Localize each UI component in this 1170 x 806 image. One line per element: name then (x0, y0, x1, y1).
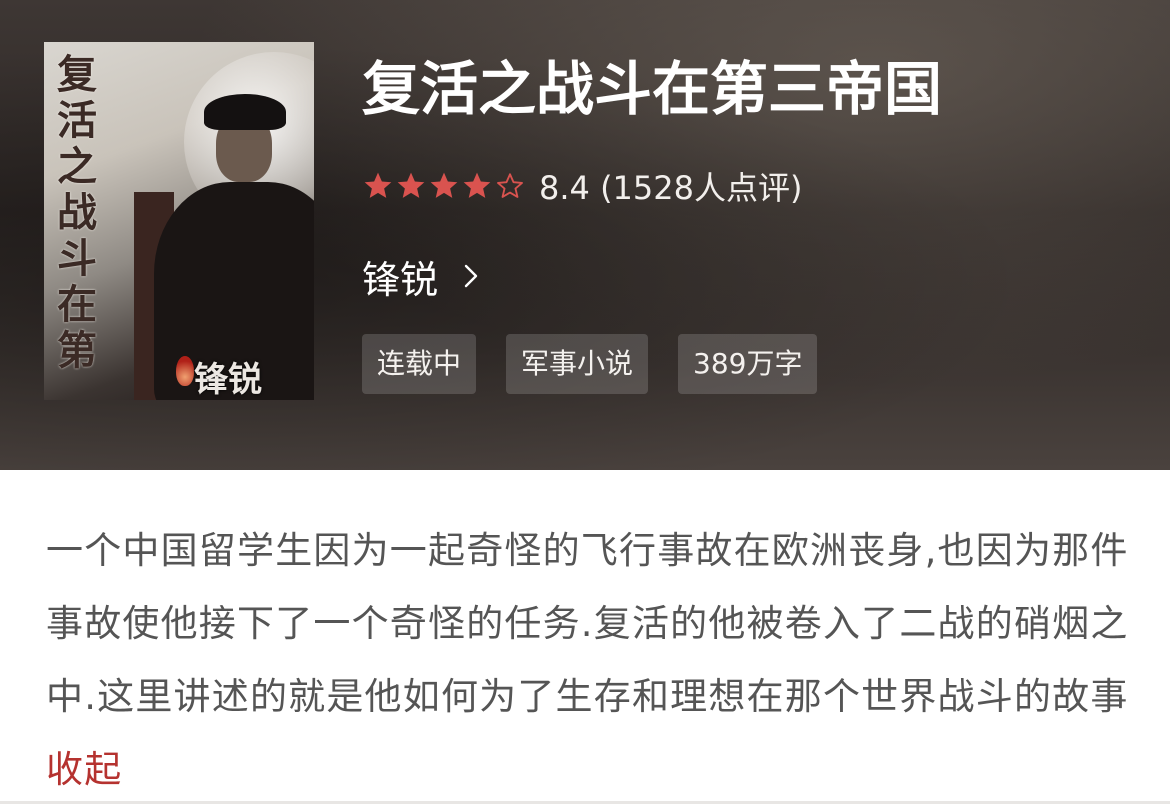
cover-title-char: 斗 (57, 236, 97, 282)
star-outline-icon (497, 173, 523, 198)
cover-flame-logo (176, 356, 194, 386)
star-icon (463, 172, 491, 198)
cover-title-text: 复 活 之 战 斗 在 第 (48, 52, 106, 374)
collapse-link[interactable]: 收起 (46, 748, 122, 791)
chevron-right-icon (464, 264, 478, 288)
cover-title-char: 活 (57, 98, 97, 144)
cover-title-char: 之 (57, 144, 97, 190)
book-header: 复 活 之 战 斗 在 第 锋锐 复活之战斗在第三帝国 8.4 (1528人点评… (0, 0, 1170, 470)
book-title: 复活之战斗在第三帝国 (362, 55, 943, 123)
tag-status[interactable]: 连载中 (362, 334, 477, 394)
cover-figure-cap-art (204, 94, 286, 130)
author-name: 锋锐 (362, 257, 439, 302)
tag-word-count[interactable]: 389万字 (678, 334, 818, 394)
author-link[interactable]: 锋锐 (362, 248, 478, 304)
star-icon (430, 172, 458, 198)
tag-category[interactable]: 军事小说 (506, 334, 649, 394)
star-icon (397, 172, 425, 198)
cover-title-char: 在 (57, 282, 97, 328)
description-text: 一个中国留学生因为一起奇怪的飞行事故在欧洲丧身,也因为那件事故使他接下了一个奇怪… (46, 529, 1129, 718)
book-cover-image[interactable]: 复 活 之 战 斗 在 第 锋锐 (44, 42, 314, 400)
rating-stars (362, 170, 527, 202)
cover-title-char: 复 (57, 52, 97, 98)
cover-title-char: 战 (57, 190, 97, 236)
cover-title-char: 第 (57, 328, 97, 374)
book-description: 一个中国留学生因为一起奇怪的飞行事故在欧洲丧身,也因为那件事故使他接下了一个奇怪… (46, 514, 1136, 806)
cover-publisher-mark: 锋锐 (194, 360, 262, 400)
star-icon (364, 172, 392, 198)
tag-list: 连载中 军事小说 389万字 (362, 334, 847, 394)
rating-score-text: 8.4 (1528人点评) (539, 169, 803, 207)
rating-row: 8.4 (1528人点评) (362, 164, 802, 208)
